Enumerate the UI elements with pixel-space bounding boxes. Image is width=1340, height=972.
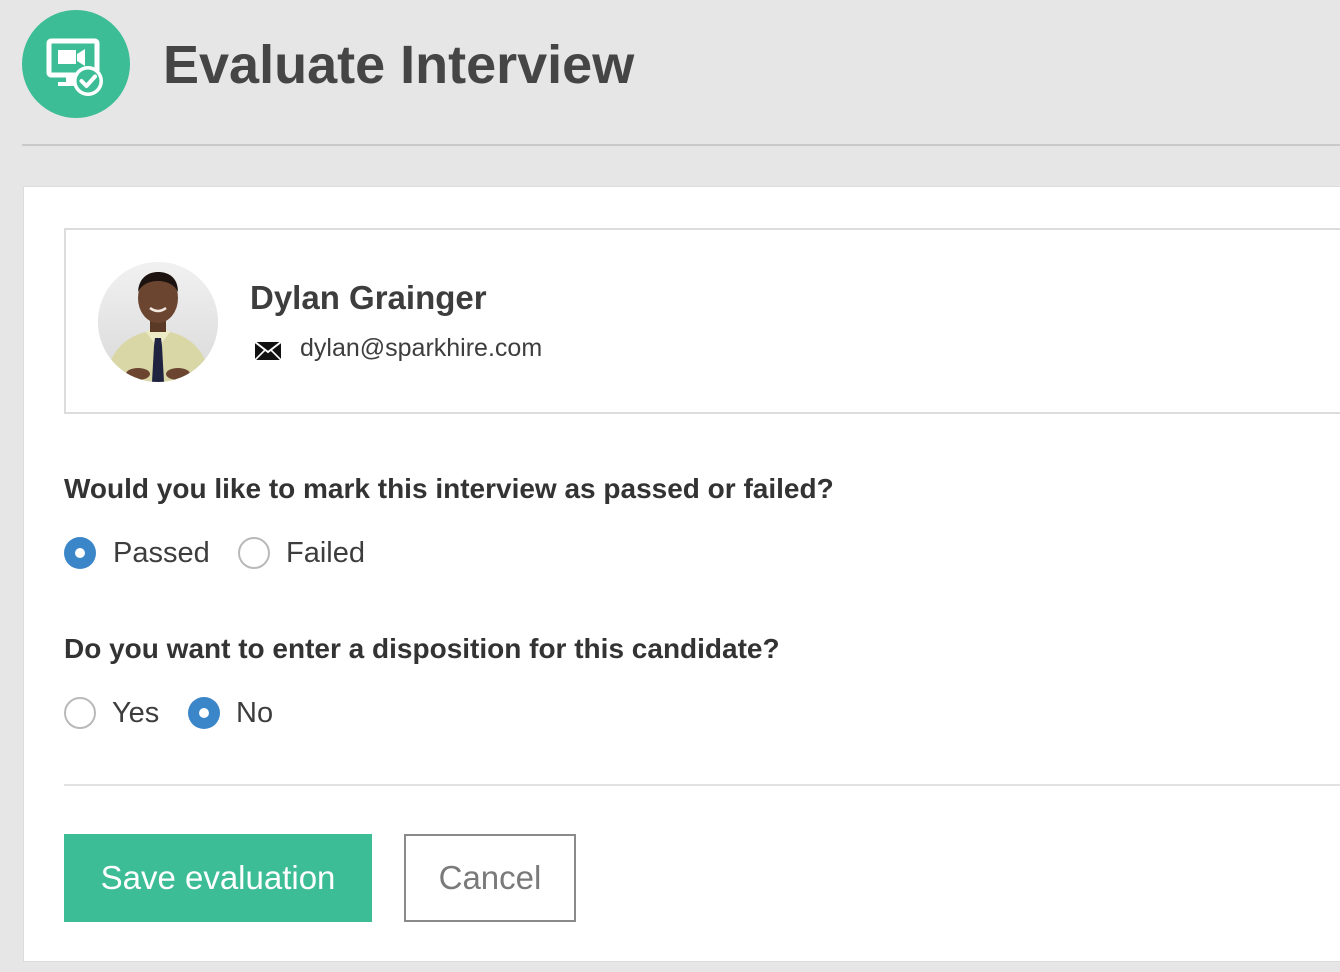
pass-fail-question: Would you like to mark this interview as… xyxy=(64,473,834,504)
disposition-no-radio[interactable] xyxy=(188,697,220,729)
disposition-yes-radio[interactable] xyxy=(64,697,96,729)
passed-label[interactable]: Passed xyxy=(113,533,210,573)
candidate-summary xyxy=(64,228,1340,414)
candidate-email: dylan@sparkhire.com xyxy=(300,334,543,362)
disposition-yes-label[interactable]: Yes xyxy=(112,693,159,733)
envelope-icon xyxy=(254,340,282,362)
section-divider xyxy=(64,784,1340,786)
candidate-name: Dylan Grainger xyxy=(250,279,487,316)
failed-radio[interactable] xyxy=(238,537,270,569)
evaluate-interview-page: Evaluate Interview Dylan Grainger dylan@… xyxy=(0,0,1340,972)
failed-label[interactable]: Failed xyxy=(286,533,365,573)
header-divider xyxy=(22,144,1340,146)
disposition-no-label[interactable]: No xyxy=(236,693,273,733)
cancel-button[interactable]: Cancel xyxy=(404,834,576,922)
avatar xyxy=(98,262,218,382)
disposition-question: Do you want to enter a disposition for t… xyxy=(64,633,780,664)
passed-radio[interactable] xyxy=(64,537,96,569)
save-evaluation-button[interactable]: Save evaluation xyxy=(64,834,372,922)
video-check-icon xyxy=(22,10,130,118)
page-title: Evaluate Interview xyxy=(163,35,635,95)
